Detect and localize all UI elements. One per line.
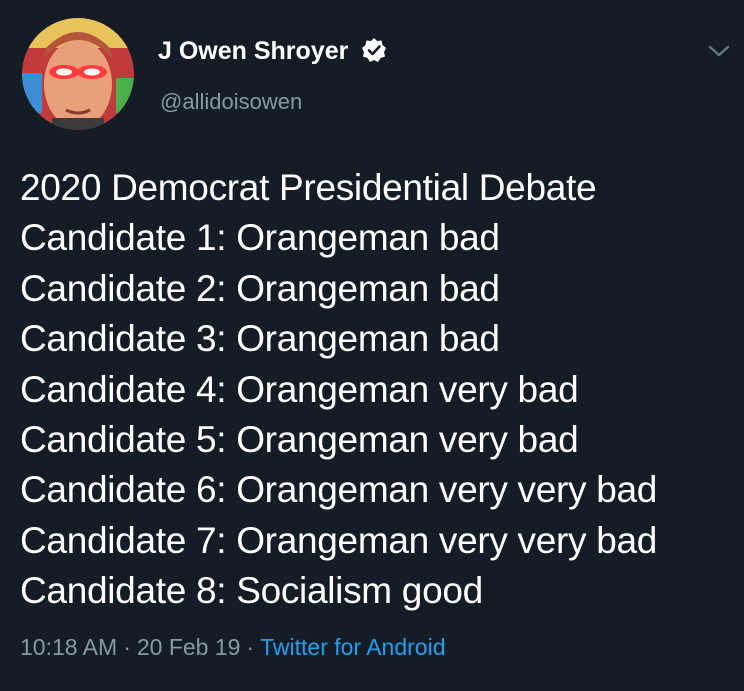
separator: · [246,634,255,660]
tweet-line: Candidate 5: Orangeman very bad [20,419,579,461]
tweet-line: Candidate 2: Orangeman bad [20,267,500,309]
tweet-line: Candidate 8: Socialism good [20,570,483,612]
separator: · [123,634,131,660]
tweet-date[interactable]: 20 Feb 19 [137,634,241,660]
tweet-line: Candidate 3: Orangeman bad [20,318,500,360]
tweet-line: 2020 Democrat Presidential Debate [20,167,597,208]
author-display-name[interactable]: J Owen Shroyer [158,36,348,66]
chevron-down-icon[interactable] [706,38,732,64]
verified-badge-icon [361,37,387,63]
tweet-time[interactable]: 10:18 AM [20,634,117,660]
author-handle[interactable]: @allidoisowen [160,88,302,116]
tweet-text: 2020 Democrat Presidential Debate Candid… [20,163,735,617]
tweet-line: Candidate 4: Orangeman very bad [20,368,579,410]
tweet-source-link[interactable]: Twitter for Android [260,634,445,660]
avatar[interactable] [22,18,134,130]
tweet-line: Candidate 6: Orangeman very very bad [20,469,658,511]
tweet-line: Candidate 7: Orangeman very very bad [20,519,658,561]
tweet-metadata: 10:18 AM · 20 Feb 19 · Twitter for Android [20,632,445,662]
tweet-line: Candidate 1: Orangeman bad [20,217,500,259]
